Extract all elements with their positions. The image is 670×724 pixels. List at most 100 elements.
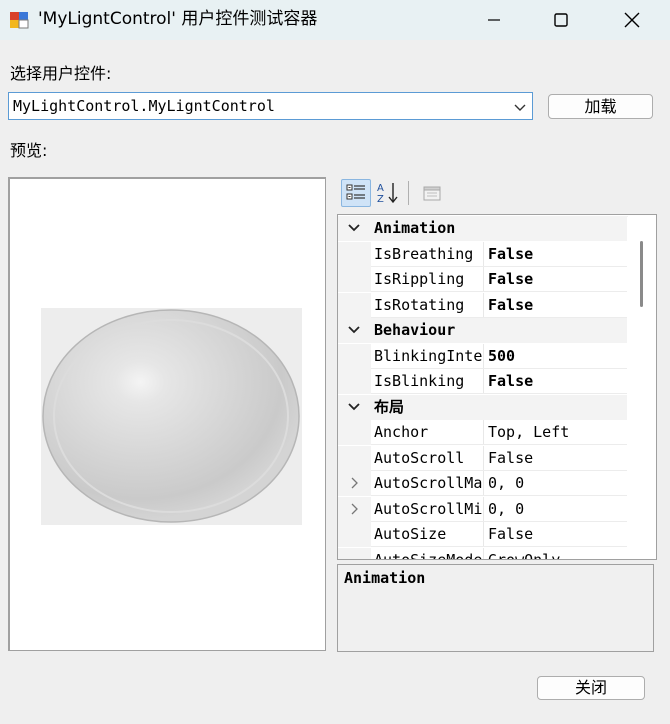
column-divider	[483, 267, 484, 292]
property-row[interactable]: IsBlinking False	[338, 369, 628, 394]
row-gutter	[338, 445, 371, 471]
property-value[interactable]: False	[488, 271, 628, 288]
column-divider	[483, 241, 484, 267]
property-value[interactable]: 0, 0	[488, 475, 628, 492]
row-gutter	[338, 420, 371, 445]
close-icon	[624, 12, 640, 28]
row-divider	[371, 469, 628, 471]
description-panel: Animation	[337, 564, 654, 652]
chevron-right-icon[interactable]	[347, 476, 361, 490]
maximize-icon	[554, 13, 568, 27]
select-control-label: 选择用户控件:	[10, 64, 112, 83]
column-divider	[483, 547, 484, 559]
property-row[interactable]: AutoScroll False	[338, 445, 628, 471]
category-row[interactable]: 布局	[338, 394, 628, 420]
property-name: AutoScrollMa	[374, 475, 482, 492]
load-button[interactable]: 加载	[548, 94, 653, 119]
categorized-button[interactable]	[341, 179, 371, 207]
property-row[interactable]: IsBreathing False	[338, 241, 628, 267]
property-value[interactable]: False	[488, 373, 628, 390]
row-gutter	[338, 547, 371, 559]
row-gutter	[338, 343, 371, 369]
property-row[interactable]: AutoSizeMode GrowOnly	[338, 547, 628, 560]
row-divider	[371, 495, 628, 496]
category-name: Animation	[374, 219, 456, 237]
column-divider	[483, 445, 484, 471]
property-name: IsRippling	[374, 271, 465, 288]
property-value[interactable]: False	[488, 450, 628, 467]
window-title: 'MyLigntControl' 用户控件测试容器	[38, 9, 318, 29]
property-name: BlinkingInte	[374, 347, 482, 365]
column-divider	[483, 420, 484, 445]
combo-value: MyLightControl.MyLigntControl	[13, 97, 275, 115]
property-name: IsBlinking	[374, 373, 465, 390]
row-gutter	[338, 241, 371, 267]
categorized-icon	[346, 184, 365, 200]
property-name: IsRotating	[374, 296, 465, 314]
property-pages-icon	[423, 186, 441, 201]
property-name: Anchor	[374, 424, 429, 441]
minimize-button[interactable]	[462, 0, 526, 40]
category-name: 布局	[374, 397, 405, 416]
category-row[interactable]: Behaviour	[338, 318, 628, 343]
category-row[interactable]: Animation	[338, 216, 628, 241]
property-value[interactable]: GrowOnly	[488, 552, 628, 560]
close-window-button[interactable]	[600, 0, 664, 40]
property-value[interactable]: 500	[488, 348, 628, 365]
property-row[interactable]: Anchor Top, Left	[338, 420, 628, 445]
chevron-down-icon[interactable]	[347, 221, 361, 235]
row-divider	[371, 444, 628, 445]
property-name: IsBreathing	[374, 245, 474, 263]
description-title: Animation	[344, 569, 426, 587]
row-divider	[371, 265, 628, 267]
property-value[interactable]: Top, Left	[488, 424, 628, 441]
property-name: AutoSizeMode	[374, 552, 482, 560]
column-divider	[483, 471, 484, 496]
row-divider	[371, 520, 628, 522]
property-row[interactable]: AutoSize False	[338, 522, 628, 547]
svg-text:Z: Z	[377, 194, 384, 205]
column-divider	[483, 369, 484, 394]
property-pages-button[interactable]	[417, 179, 447, 207]
chevron-down-icon[interactable]	[512, 99, 528, 115]
row-divider	[371, 291, 628, 292]
property-name: AutoScroll	[374, 449, 465, 467]
property-value[interactable]: False	[488, 526, 628, 543]
close-button[interactable]: 关闭	[537, 676, 645, 700]
row-gutter	[338, 369, 371, 394]
property-row[interactable]: BlinkingInte 500	[338, 343, 628, 369]
property-name: AutoSize	[374, 526, 447, 543]
property-value[interactable]: 0, 0	[488, 501, 628, 518]
toolbar-separator	[408, 181, 409, 205]
preview-label: 预览:	[10, 141, 48, 160]
preview-panel	[8, 177, 326, 651]
property-grid[interactable]: AutoSizeModeGrowOnlyAutoSizeFalseAutoScr…	[337, 214, 657, 560]
property-row[interactable]: AutoScrollMi 0, 0	[338, 496, 628, 522]
property-row[interactable]: IsRippling False	[338, 267, 628, 292]
maximize-button[interactable]	[529, 0, 593, 40]
app-icon	[10, 12, 29, 29]
vertical-scrollbar[interactable]	[627, 217, 655, 557]
alphabetical-button[interactable]: A Z	[373, 179, 403, 207]
property-value[interactable]: False	[488, 297, 628, 314]
property-value[interactable]: False	[488, 246, 628, 263]
row-gutter	[338, 292, 371, 318]
property-row[interactable]: AutoScrollMa 0, 0	[338, 471, 628, 496]
row-divider	[371, 393, 628, 394]
chevron-down-icon[interactable]	[347, 400, 361, 414]
row-divider	[371, 316, 628, 318]
scrollbar-thumb[interactable]	[640, 241, 643, 307]
svg-text:A: A	[377, 183, 384, 194]
chevron-down-icon[interactable]	[347, 323, 361, 337]
chevron-right-icon[interactable]	[347, 502, 361, 516]
control-select-combobox[interactable]: MyLightControl.MyLigntControl	[8, 92, 533, 120]
minimize-icon	[488, 19, 500, 21]
title-bar[interactable]: 'MyLigntControl' 用户控件测试容器	[0, 0, 670, 40]
column-divider	[483, 292, 484, 318]
property-name: AutoScrollMi	[374, 500, 482, 518]
property-row[interactable]: IsRotating False	[338, 292, 628, 318]
column-divider	[483, 496, 484, 522]
light-control[interactable]	[41, 308, 302, 525]
column-divider	[483, 522, 484, 547]
category-name: Behaviour	[374, 321, 456, 339]
